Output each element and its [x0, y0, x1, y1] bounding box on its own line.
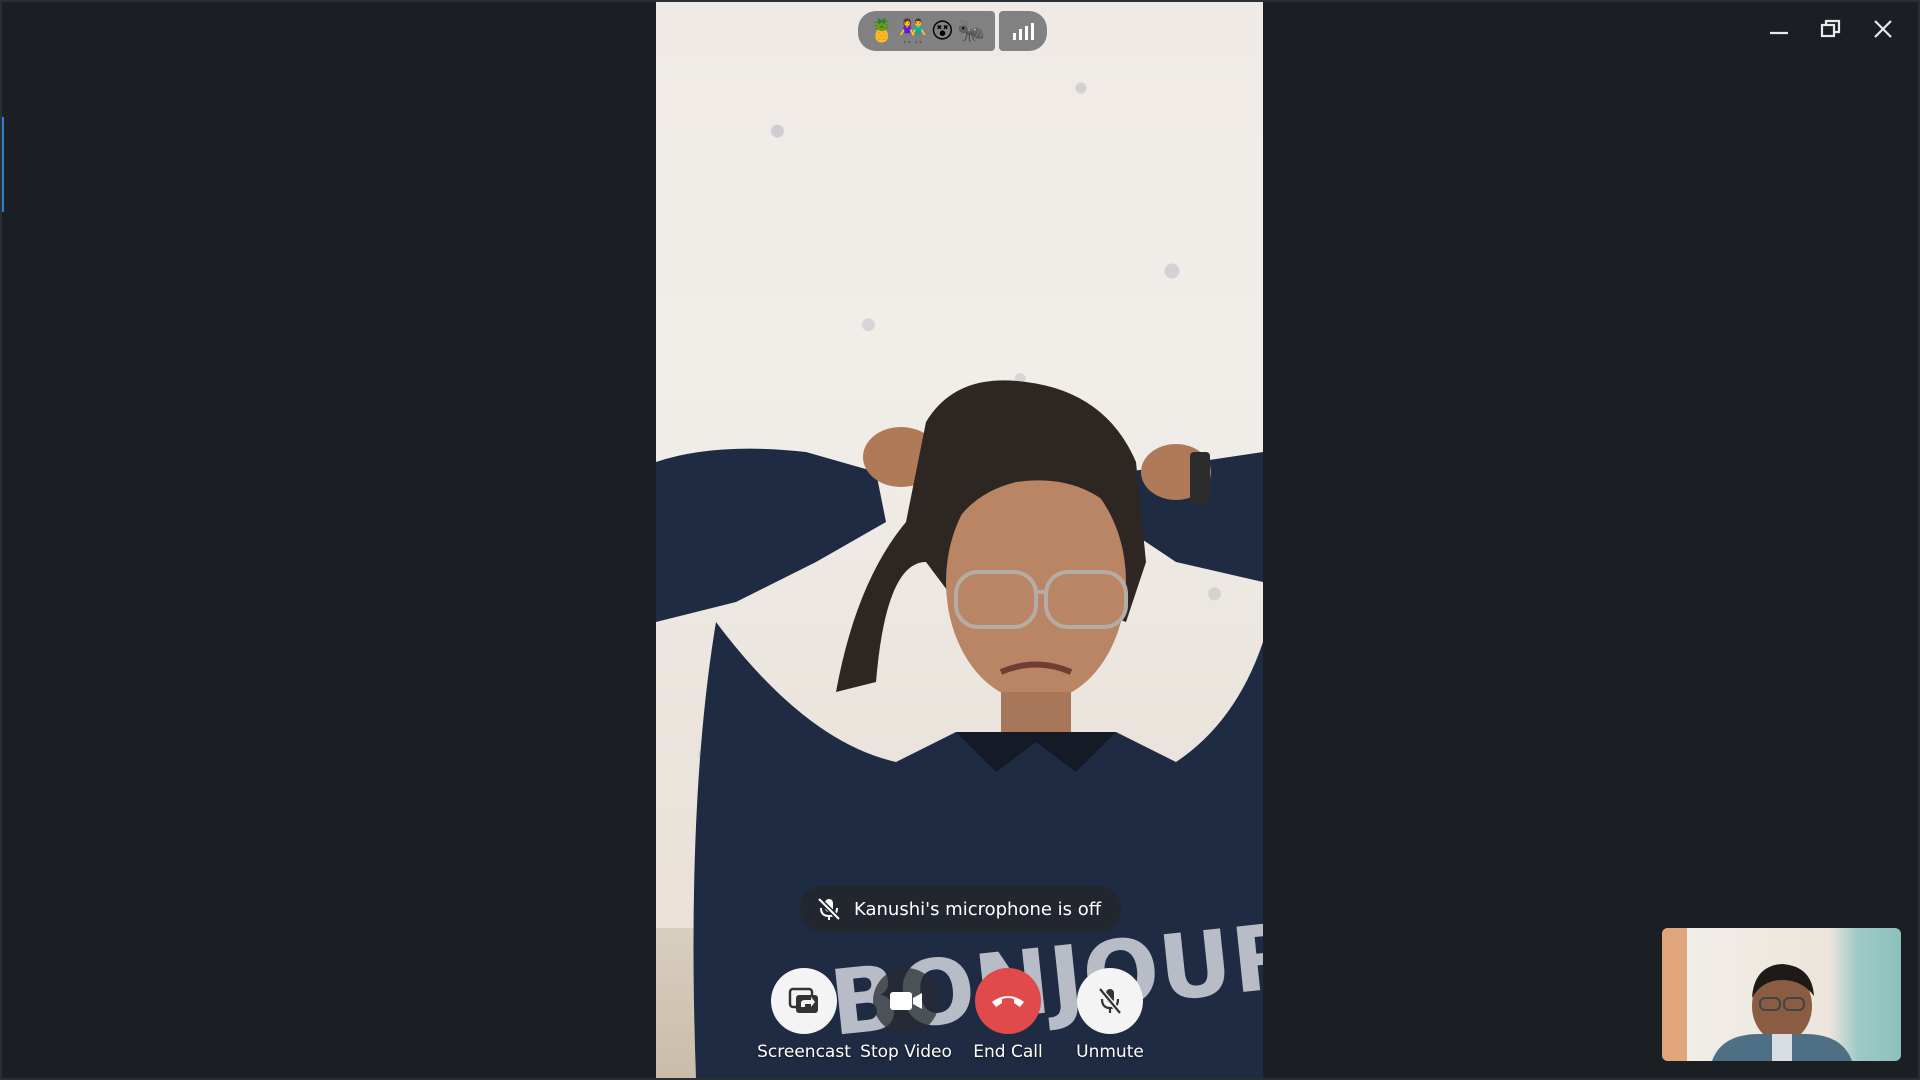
emoji-3: 😵 — [930, 18, 954, 44]
video-camera-icon — [890, 992, 922, 1010]
end-call-control: End Call — [964, 968, 1052, 1062]
mic-off-icon — [1098, 987, 1122, 1015]
close-button[interactable] — [1860, 10, 1906, 48]
end-call-button[interactable] — [975, 968, 1041, 1034]
signal-bars-icon — [1013, 23, 1035, 40]
minimize-button[interactable] — [1756, 10, 1802, 48]
stop-video-button[interactable] — [873, 968, 939, 1034]
end-call-label: End Call — [973, 1042, 1043, 1062]
screencast-button[interactable] — [771, 968, 837, 1034]
restore-icon — [1820, 19, 1841, 38]
emoji-2: 👫 — [899, 18, 927, 44]
mic-off-icon — [817, 897, 841, 921]
self-video-preview[interactable] — [1662, 928, 1901, 1061]
unmute-label: Unmute — [1076, 1042, 1144, 1062]
window-controls — [1756, 10, 1906, 48]
stop-video-control: Stop Video — [860, 968, 952, 1062]
screencast-label: Screencast — [757, 1042, 851, 1062]
unmute-control: Unmute — [1066, 968, 1154, 1062]
minimize-icon — [1770, 31, 1788, 35]
encryption-emoji-key[interactable]: 🍍 👫 😵 🐜 — [858, 11, 996, 51]
unmute-button[interactable] — [1077, 968, 1143, 1034]
restore-button[interactable] — [1808, 10, 1854, 48]
signal-strength-button[interactable] — [999, 11, 1048, 51]
call-controls: Screencast Stop Video End Call Unmute — [757, 968, 1154, 1062]
self-participant-figure — [1662, 928, 1852, 1061]
mic-off-notice-text: Kanushi's microphone is off — [854, 898, 1102, 920]
stop-video-label: Stop Video — [860, 1042, 952, 1062]
phone-hangup-icon — [992, 996, 1024, 1007]
close-icon — [1874, 20, 1892, 38]
screencast-icon — [788, 987, 818, 1013]
emoji-1: 🍍 — [868, 18, 896, 44]
emoji-4: 🐜 — [957, 18, 986, 44]
window-edge-accent — [2, 117, 4, 212]
call-status-bar: 🍍 👫 😵 🐜 — [858, 11, 1048, 51]
screencast-control: Screencast — [757, 968, 851, 1062]
mic-off-notice: Kanushi's microphone is off — [800, 886, 1122, 932]
